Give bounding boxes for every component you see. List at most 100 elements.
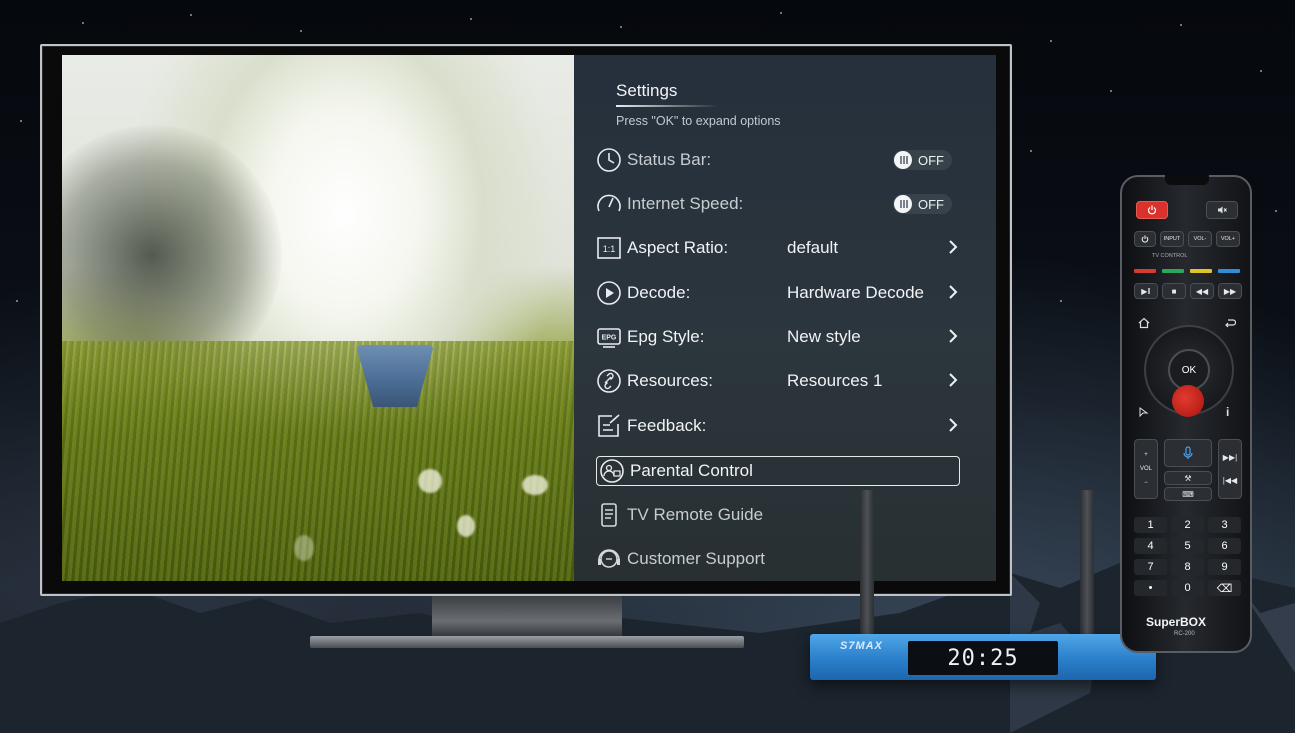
volume-down-icon: − xyxy=(1144,480,1148,486)
grass-field xyxy=(62,341,574,581)
remote-model: RC-200 xyxy=(1174,631,1195,637)
toggle-state: OFF xyxy=(918,196,944,212)
setting-decode[interactable]: Decode: Hardware Decode xyxy=(596,278,960,308)
settings-title: Settings xyxy=(616,81,678,100)
svg-text:EPG: EPG xyxy=(602,335,617,342)
fast-forward-button[interactable]: ▶▶ xyxy=(1218,283,1242,299)
rewind-button[interactable]: ◀◀ xyxy=(1190,283,1214,299)
blue-button[interactable] xyxy=(1218,269,1240,273)
key-5[interactable]: 5 xyxy=(1171,538,1204,554)
voice-indicator xyxy=(1172,385,1204,417)
bokeh-light xyxy=(418,469,442,493)
keyboard-icon: ⌨ xyxy=(1182,489,1194,499)
number-pad: 1 2 3 4 5 6 7 8 9 • 0 ⌫ xyxy=(1134,517,1241,596)
play-pause-icon: ▶‖ xyxy=(1141,286,1151,296)
remote-guide-icon xyxy=(601,503,617,527)
key-2[interactable]: 2 xyxy=(1171,517,1204,533)
setting-aspect-ratio[interactable]: 1:1 Aspect Ratio: default xyxy=(596,233,960,263)
setting-resources[interactable]: Resources: Resources 1 xyxy=(596,366,960,396)
setting-label: Parental Control xyxy=(630,461,753,480)
setting-feedback[interactable]: Feedback: xyxy=(596,411,960,441)
bokeh-light xyxy=(294,535,314,561)
home-icon[interactable] xyxy=(1138,317,1150,329)
key-6[interactable]: 6 xyxy=(1208,538,1241,554)
key-3[interactable]: 3 xyxy=(1208,517,1241,533)
aspect-ratio-icon: 1:1 xyxy=(597,237,621,259)
remote-brand: SuperBOX xyxy=(1146,615,1207,629)
volume-label: VOL xyxy=(1139,466,1152,472)
bokeh-light xyxy=(457,515,475,537)
setting-customer-support[interactable]: Customer Support xyxy=(596,544,960,574)
stop-button[interactable]: ■ xyxy=(1162,283,1186,299)
tv-vol-up-button[interactable]: VOL+ xyxy=(1216,231,1240,247)
rewind-icon: ◀◀ xyxy=(1195,286,1209,296)
key-8[interactable]: 8 xyxy=(1171,559,1204,575)
setting-status-bar[interactable]: Status Bar: OFF xyxy=(596,145,960,175)
svg-text:1:1: 1:1 xyxy=(603,244,616,254)
mouse-mode-icon[interactable] xyxy=(1138,407,1150,417)
voice-button[interactable] xyxy=(1164,439,1212,467)
feedback-edit-icon xyxy=(598,414,620,437)
headset-support-icon xyxy=(598,549,620,568)
info-button[interactable]: i xyxy=(1226,405,1229,419)
mute-button[interactable] xyxy=(1206,201,1238,219)
channel-rocker[interactable]: ▶▶| |◀◀ xyxy=(1218,439,1242,499)
tv-box: S7MAX 20:25 xyxy=(810,634,1156,680)
remote-control: INPUT VOL- VOL+ TV CONTROL ▶‖ ■ ◀◀ ▶▶ OK… xyxy=(1120,175,1252,653)
bokeh-light xyxy=(522,475,548,495)
setting-label: Resources: xyxy=(627,371,713,390)
setting-tv-remote-guide[interactable]: TV Remote Guide xyxy=(596,500,960,530)
setting-label: Epg Style: xyxy=(627,327,705,346)
settings-tools-button[interactable]: ⚒ xyxy=(1164,471,1212,485)
red-button[interactable] xyxy=(1134,269,1156,273)
settings-panel: Settings Press "OK" to expand options St… xyxy=(574,55,996,581)
input-button[interactable]: INPUT xyxy=(1160,231,1184,247)
tools-icon: ⚒ xyxy=(1184,473,1192,483)
setting-label: Status Bar: xyxy=(627,150,712,169)
setting-epg-style[interactable]: EPG Epg Style: New style xyxy=(596,322,960,352)
mute-icon xyxy=(1218,206,1227,214)
video-preview xyxy=(62,55,574,581)
tv-control-label: TV CONTROL xyxy=(1152,253,1188,259)
setting-value: New style xyxy=(787,327,861,346)
toggle-state: OFF xyxy=(918,152,944,168)
epg-icon: EPG xyxy=(597,328,621,348)
parental-control-icon xyxy=(600,459,624,483)
green-button[interactable] xyxy=(1162,269,1184,273)
back-icon[interactable] xyxy=(1224,317,1236,329)
link-icon xyxy=(597,369,621,393)
play-pause-button[interactable]: ▶‖ xyxy=(1134,283,1158,299)
toggle-knob xyxy=(894,151,912,169)
next-track-icon: ▶▶| xyxy=(1222,453,1238,462)
chevron-right-icon xyxy=(949,373,958,387)
fast-forward-icon: ▶▶ xyxy=(1223,286,1237,296)
key-7[interactable]: 7 xyxy=(1134,559,1167,575)
power-icon xyxy=(1147,205,1157,215)
internet-speed-toggle[interactable]: OFF xyxy=(893,194,952,214)
title-underline xyxy=(616,105,718,107)
tv-stand-base xyxy=(310,636,744,648)
key-dot[interactable]: • xyxy=(1134,580,1167,596)
toggle-knob xyxy=(894,195,912,213)
setting-internet-speed[interactable]: Internet Speed: OFF xyxy=(596,189,960,219)
key-delete[interactable]: ⌫ xyxy=(1208,580,1241,596)
volume-rocker[interactable]: + VOL − xyxy=(1134,439,1158,499)
key-0[interactable]: 0 xyxy=(1171,580,1204,596)
setting-label: TV Remote Guide xyxy=(627,505,764,524)
tv-power-button[interactable] xyxy=(1134,231,1156,247)
clock-icon xyxy=(597,148,621,172)
key-1[interactable]: 1 xyxy=(1134,517,1167,533)
tv-screen: Settings Press "OK" to expand options St… xyxy=(62,55,996,581)
volume-up-icon: + xyxy=(1144,452,1148,458)
power-button[interactable] xyxy=(1136,201,1168,219)
tv-vol-down-button[interactable]: VOL- xyxy=(1188,231,1212,247)
settings-hint: Press "OK" to expand options xyxy=(616,114,781,128)
keyboard-button[interactable]: ⌨ xyxy=(1164,487,1212,501)
key-9[interactable]: 9 xyxy=(1208,559,1241,575)
key-4[interactable]: 4 xyxy=(1134,538,1167,554)
setting-label: Aspect Ratio: xyxy=(627,238,729,257)
status-bar-toggle[interactable]: OFF xyxy=(893,150,952,170)
setting-parental-control[interactable]: Parental Control xyxy=(596,456,960,486)
yellow-button[interactable] xyxy=(1190,269,1212,273)
tv-box-antenna-right xyxy=(1080,490,1094,636)
